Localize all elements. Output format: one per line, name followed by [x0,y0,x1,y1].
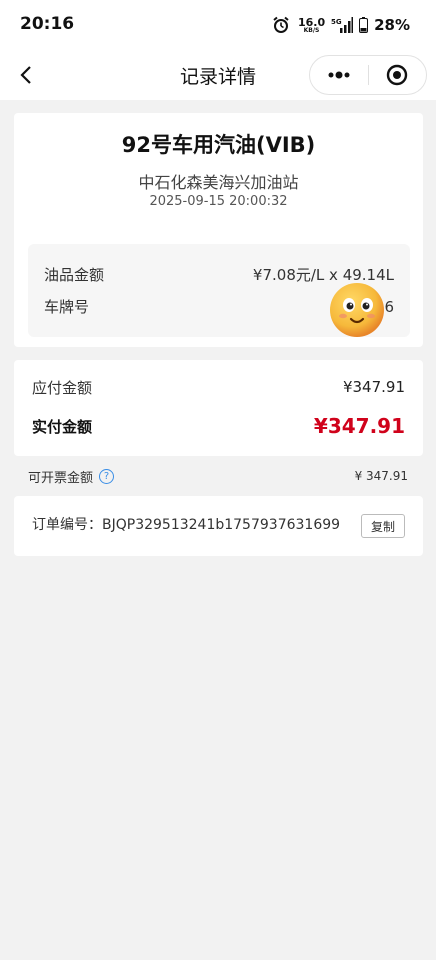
amount-card: 应付金额 ¥347.91 实付金额 ¥347.91 [14,360,423,456]
payable-label: 应付金额 [32,378,93,397]
more-button[interactable] [310,56,368,94]
target-circle-icon [387,64,408,86]
help-icon[interactable]: ? [99,468,115,484]
battery-percentage: 28% [374,16,410,34]
paid-row: 实付金额 ¥347.91 [32,413,405,439]
record-datetime: 2025-09-15 20:00:32 [149,194,288,209]
order-label: 订单编号： [32,517,102,533]
order-number: BJQP329513241b1757937631699 [102,517,341,533]
network-type-label: 5G [331,18,342,26]
smiley-emoji-icon [330,283,384,337]
fuel-amount-label: 油品金额 [44,265,105,284]
net-speed-value: 16.0 [297,15,326,29]
nav-bar: 记录详情 [0,50,436,100]
order-card: 订单编号：BJQP329513241b1757937631699 复制 [14,496,423,556]
signal-5g-icon: 5G [331,17,354,33]
status-icons: 16.0 KB/S 5G 28% [272,13,410,37]
close-button[interactable] [368,56,426,94]
order-number-text: 订单编号：BJQP329513241b1757937631699 [32,514,340,534]
invoice-value: ¥ 347.91 [354,469,408,483]
product-title: 92号车用汽油(VIB) [121,133,316,157]
invoice-left: 可开票金额 ? [28,467,115,486]
battery-icon [359,17,369,33]
paid-label: 实付金额 [32,417,93,436]
station-name: 中石化森美海兴加油站 [138,173,299,192]
paid-value: ¥347.91 [313,414,405,438]
payable-value: ¥347.91 [342,378,405,396]
status-bar: 20:16 16.0 KB/S 5G 28% [0,0,436,50]
more-dots-icon [328,71,350,79]
copy-button[interactable]: 复制 [361,514,405,538]
invoice-row: 可开票金额 ? ¥ 347.91 [28,464,408,488]
mini-program-capsule [309,55,427,95]
payable-row: 应付金额 ¥347.91 [32,374,405,400]
plate-number-label: 车牌号 [44,297,90,316]
net-speed: 16.0 KB/S [298,17,325,34]
alarm-icon [273,16,289,33]
invoice-label: 可开票金额 [28,470,94,486]
status-time: 20:16 [20,14,75,34]
net-speed-unit: KB/S [303,26,320,34]
